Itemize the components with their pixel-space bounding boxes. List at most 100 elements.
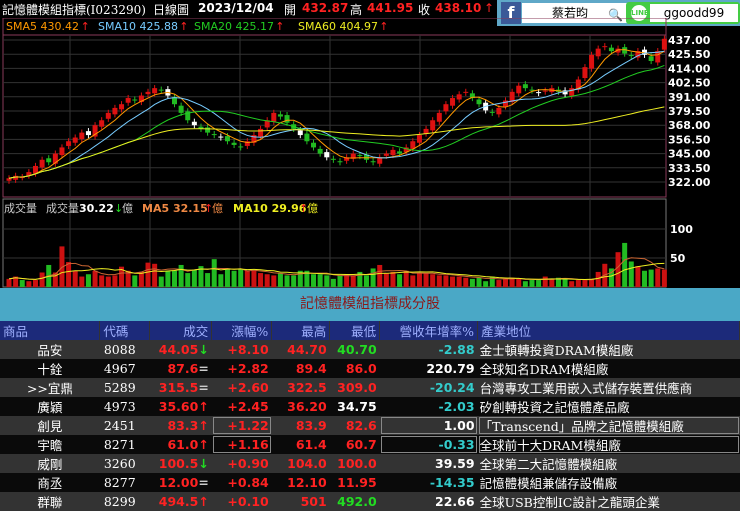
candle-body <box>46 158 52 163</box>
volume-bar <box>224 269 230 287</box>
candle-body <box>522 84 528 89</box>
volume-bar <box>284 275 290 287</box>
last-price-cell: 83.3↑ <box>149 416 212 435</box>
candle-body <box>536 92 542 94</box>
volume-bar <box>251 270 257 287</box>
table-row[interactable]: 群聯 8299 494.5↑ +0.10 501 492.0 22.66 全球U… <box>0 492 740 511</box>
chart-date: 2023/12/04 <box>198 1 274 15</box>
stock-name[interactable]: 十銓 <box>0 359 100 378</box>
table-row[interactable]: 宇瞻 8271 61.0↑ +1.16 61.4 60.7 -0.33 全球前十… <box>0 435 740 454</box>
low-price: 82.6 <box>329 416 380 435</box>
volume-bar <box>542 276 548 287</box>
volume-bar <box>165 270 171 287</box>
price-volume-chart: 437.00425.50414.00 402.50391.00379.50368.… <box>2 18 711 288</box>
last-price: 35.60 <box>158 399 199 414</box>
column-header[interactable]: 營收年增率% <box>379 321 479 340</box>
candle-body <box>390 149 396 156</box>
candle-body <box>317 148 323 154</box>
stock-name[interactable]: 品安 <box>0 340 100 359</box>
candle-body <box>397 151 403 154</box>
industry-position: 記憶體模組兼儲存設備廠 <box>477 473 740 492</box>
last-price-cell: 44.05↓ <box>149 340 212 359</box>
volume-bar <box>648 269 654 287</box>
candle-body <box>132 99 138 101</box>
volume-bar <box>138 271 144 287</box>
volume-bar <box>92 270 98 287</box>
stock-name[interactable]: 威剛 <box>0 454 100 473</box>
volume-bar <box>496 280 502 287</box>
change-pct: +0.90 <box>211 454 272 473</box>
industry-position: 矽創轉投資之記憶體產品廠 <box>477 397 740 416</box>
candle-body <box>443 104 449 112</box>
candle-body <box>145 91 151 95</box>
revenue-growth: 220.79 <box>379 359 478 378</box>
column-header[interactable]: 漲幅% <box>211 321 273 340</box>
candle-body <box>337 161 343 163</box>
volume-bar <box>26 281 32 287</box>
table-row[interactable]: 十銓 4967 87.6= +2.82 89.4 86.0 220.79 全球知… <box>0 359 740 378</box>
table-row[interactable]: 商丞 8277 12.00= +0.84 12.10 11.95 -14.35 … <box>0 473 740 492</box>
stock-name[interactable]: 廣穎 <box>0 397 100 416</box>
change-pct: +2.82 <box>211 359 272 378</box>
candle-body <box>152 88 158 94</box>
column-header[interactable]: 代碼 <box>99 321 151 340</box>
volume-bar <box>562 278 568 287</box>
table-row[interactable]: 廣穎 4973 35.60↑ +2.45 36.20 34.75 -2.03 矽… <box>0 397 740 416</box>
change-pct: +0.84 <box>211 473 272 492</box>
price-direction-icon: = <box>198 380 209 395</box>
low-price: 11.95 <box>329 473 380 492</box>
industry-position: 「Transcend」品牌之記憶體模組廠 <box>477 416 740 435</box>
column-header[interactable]: 最低 <box>329 321 381 340</box>
stock-name[interactable]: 宇瞻 <box>0 435 100 454</box>
column-header[interactable]: 產業地位 <box>477 321 740 340</box>
volume-bar <box>258 273 264 287</box>
stock-code: 8299 <box>99 492 150 511</box>
volume-bar <box>370 268 376 287</box>
candle-body <box>595 48 601 57</box>
stock-code: 8277 <box>99 473 150 492</box>
candle-body <box>85 131 91 136</box>
candle-body <box>463 91 469 93</box>
last-price-cell: 494.5↑ <box>149 492 212 511</box>
table-row[interactable]: >>宜鼎 5289 315.5= +2.60 322.5 309.0 -20.2… <box>0 378 740 397</box>
stock-name[interactable]: 創見 <box>0 416 100 435</box>
volume-bar <box>112 275 118 287</box>
table-row[interactable]: 威剛 3260 100.5↓ +0.90 104.0 100.0 39.59 全… <box>0 454 740 473</box>
candle-body <box>224 136 230 142</box>
price-tick-label: 368.00 <box>668 119 711 132</box>
up-arrow-icon: ↑ <box>379 20 388 33</box>
price-direction-icon: = <box>198 475 209 490</box>
high-price: 83.9 <box>271 416 330 435</box>
table-row[interactable]: 品安 8088 44.05↓ +8.10 44.70 40.70 -2.88 金… <box>0 340 740 359</box>
price-direction-icon: ↓ <box>198 342 209 357</box>
high-price: 104.0 <box>271 454 330 473</box>
stock-name[interactable]: 商丞 <box>0 473 100 492</box>
revenue-growth: -2.88 <box>379 340 478 359</box>
volume-bar <box>635 266 641 287</box>
candle-body <box>66 141 72 146</box>
volume-bar <box>397 274 403 287</box>
stock-name[interactable]: >>宜鼎 <box>0 378 100 397</box>
column-header[interactable]: 最高 <box>271 321 331 340</box>
price-tick-label: 425.50 <box>668 48 711 61</box>
change-pct: +8.10 <box>211 340 272 359</box>
column-header[interactable]: 商品 <box>0 321 101 340</box>
ma-legend-0: SMA5 430.42 <box>6 20 79 33</box>
low-price: 34.75 <box>329 397 380 416</box>
table-row[interactable]: 創見 2451 83.3↑ +1.22 83.9 82.6 1.00 「Tran… <box>0 416 740 435</box>
volume-bar <box>642 270 648 287</box>
candle-body <box>72 137 78 143</box>
candle-body <box>330 158 336 160</box>
stock-name[interactable]: 群聯 <box>0 492 100 511</box>
stock-code: 8271 <box>99 435 150 454</box>
table-header-row: 商品 代碼 成交 漲幅% 最高 最低 營收年增率% 產業地位 <box>0 321 740 340</box>
last-price: 87.6 <box>167 361 199 376</box>
price-tick-label: 391.00 <box>668 91 711 104</box>
volume-bar <box>595 271 601 287</box>
volume-bar <box>450 276 456 287</box>
volume-bar <box>469 278 475 287</box>
stock-code: 2451 <box>99 416 150 435</box>
column-header[interactable]: 成交 <box>149 321 213 340</box>
candle-body <box>503 100 508 107</box>
volume-bar <box>19 280 25 287</box>
